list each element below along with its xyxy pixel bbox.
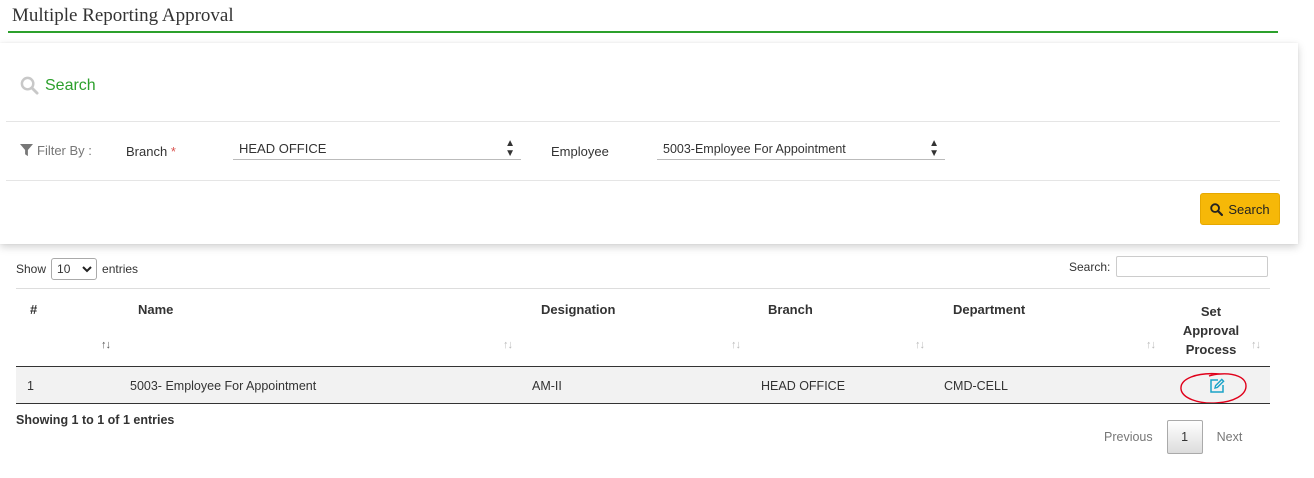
required-mark: *: [170, 144, 176, 159]
sort-icon[interactable]: ↑↓: [915, 339, 925, 351]
cell-number: 1: [27, 379, 34, 393]
employee-select[interactable]: 5003-Employee For Appointment ▲ ▼: [657, 138, 945, 160]
header-line-process: Process: [1185, 342, 1237, 357]
sort-icon[interactable]: ↑↓: [503, 339, 513, 351]
table-info: Showing 1 to 1 of 1 entries: [16, 413, 175, 427]
search-button[interactable]: Search: [1200, 193, 1280, 225]
column-header-name[interactable]: Name: [138, 302, 173, 317]
select-arrows-icon: ▲ ▼: [929, 137, 939, 159]
cell-branch: HEAD OFFICE: [761, 379, 846, 393]
table-search-label: Search:: [1069, 259, 1111, 274]
search-heading-label: Search: [45, 76, 96, 94]
panel-divider: [6, 121, 1280, 122]
pagination: Previous 1 Next: [1090, 420, 1256, 454]
header-line-set: Set: [1200, 304, 1222, 319]
table-search: Search:: [1069, 256, 1269, 277]
select-arrows-icon: ▲ ▼: [505, 137, 515, 159]
cell-designation: AM-II: [532, 379, 562, 393]
sort-icon[interactable]: ↑↓: [1146, 339, 1156, 351]
sort-asc-icon[interactable]: ↑↓: [101, 339, 111, 351]
filter-by-label: Filter By :: [20, 143, 92, 158]
previous-page-button[interactable]: Previous: [1090, 430, 1167, 444]
table-bottom-border: [16, 403, 1270, 404]
filter-icon: [20, 144, 33, 157]
column-header-branch[interactable]: Branch: [768, 302, 813, 317]
search-icon: [1210, 202, 1224, 216]
annotation-circle: [1180, 372, 1247, 404]
cell-name: 5003- Employee For Appointment: [130, 379, 317, 393]
entries-label: entries: [102, 262, 139, 276]
magnifier-icon: [20, 76, 39, 95]
search-panel-heading: Search: [20, 76, 96, 95]
sort-icon[interactable]: ↑↓: [1251, 339, 1261, 351]
employee-select-value: 5003-Employee For Appointment: [663, 141, 846, 156]
table-search-input[interactable]: [1116, 256, 1269, 277]
branch-select[interactable]: HEAD OFFICE ▲ ▼: [233, 138, 521, 160]
branch-select-value: HEAD OFFICE: [239, 141, 327, 156]
filter-by-text: Filter By :: [37, 143, 92, 158]
title-divider: [8, 31, 1278, 33]
column-header-designation[interactable]: Designation: [541, 302, 615, 317]
sort-icon[interactable]: ↑↓: [731, 339, 741, 351]
show-label: Show: [16, 262, 47, 276]
panel-divider: [6, 180, 1280, 181]
next-page-button[interactable]: Next: [1203, 430, 1257, 444]
column-header-set-approval-process[interactable]: Set Approval Process: [1180, 302, 1242, 359]
search-button-label: Search: [1228, 201, 1270, 217]
column-header-department[interactable]: Department: [953, 302, 1025, 317]
cell-department: CMD-CELL: [944, 379, 1008, 393]
page-length-value: 10: [57, 262, 71, 276]
search-panel: Search Filter By : Branch * HEAD OFFICE …: [0, 43, 1298, 244]
table-top-border: [16, 288, 1270, 289]
header-line-approval: Approval: [1182, 323, 1240, 338]
branch-label: Branch *: [126, 144, 176, 159]
page-button-current[interactable]: 1: [1166, 420, 1203, 454]
page-length-select[interactable]: 10: [51, 258, 98, 280]
employee-label: Employee: [551, 144, 609, 159]
page-title: Multiple Reporting Approval: [12, 5, 234, 26]
chevron-down-icon: [82, 266, 92, 273]
branch-label-text: Branch: [126, 144, 168, 159]
show-entries: Show 10 entries: [16, 258, 138, 280]
column-header-number[interactable]: #: [30, 302, 37, 317]
